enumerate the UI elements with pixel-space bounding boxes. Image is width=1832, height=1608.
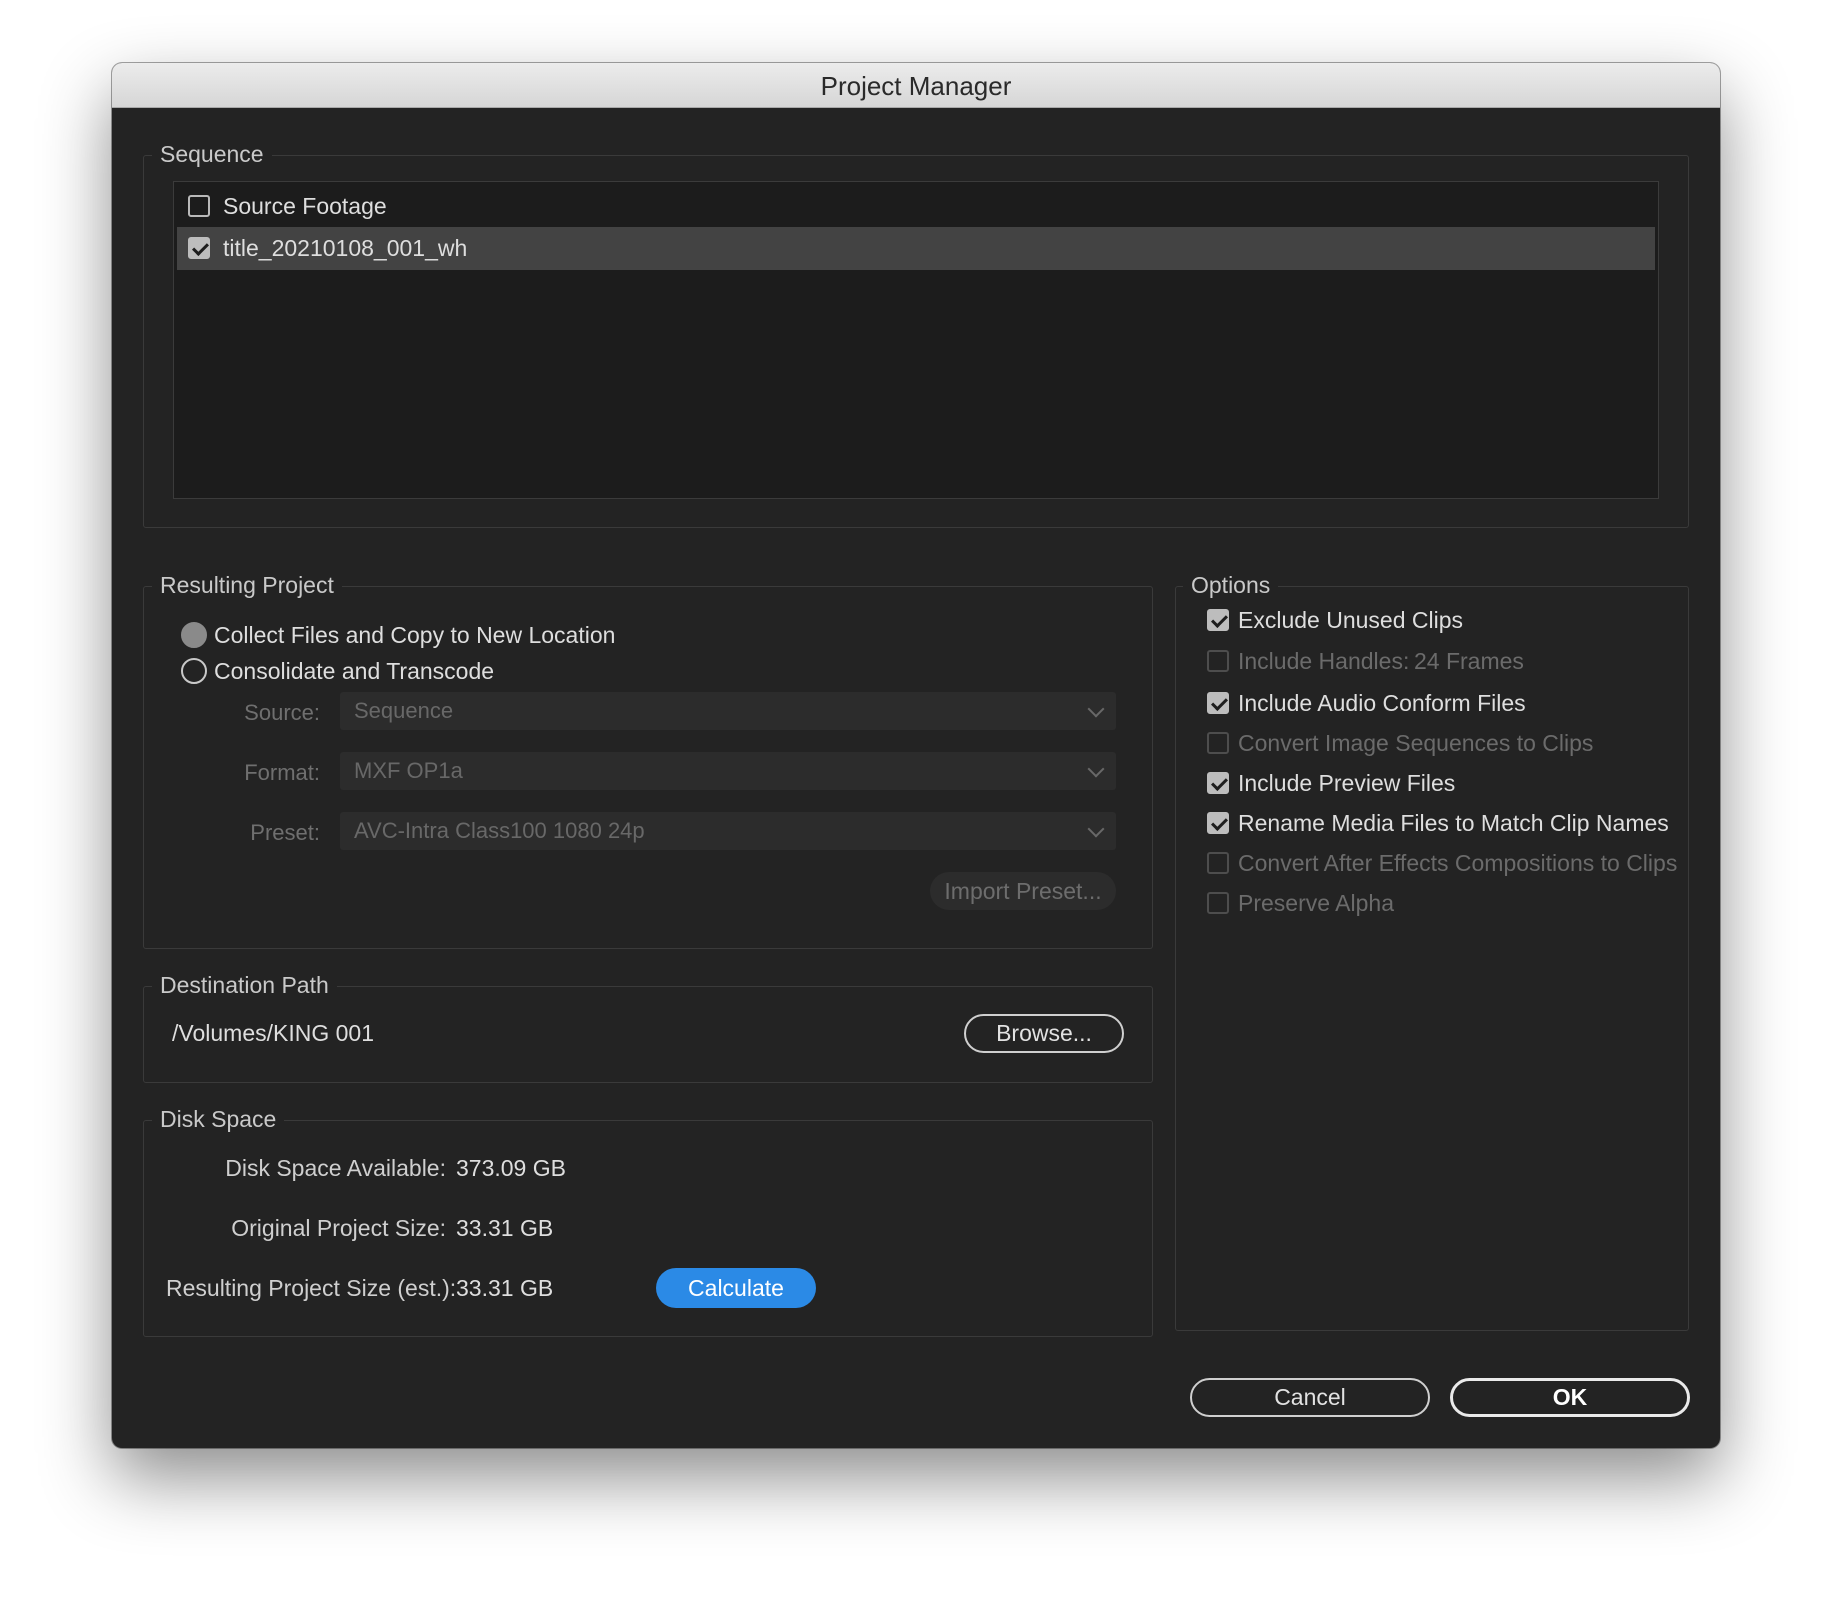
options-legend: Options (1183, 572, 1279, 598)
include-audio-conform-checkbox[interactable] (1207, 692, 1229, 714)
disk-space-legend: Disk Space (152, 1106, 285, 1132)
original-project-size-label: Original Project Size: (231, 1215, 446, 1241)
chevron-down-icon (1087, 820, 1105, 838)
convert-after-effects-checkbox[interactable] (1207, 852, 1229, 874)
chevron-down-icon (1087, 700, 1105, 718)
cancel-button[interactable]: Cancel (1190, 1378, 1430, 1417)
convert-after-effects-label[interactable]: Convert After Effects Compositions to Cl… (1238, 850, 1677, 877)
resulting-project-size-label: Resulting Project Size (est.): (166, 1275, 457, 1301)
include-audio-conform-label[interactable]: Include Audio Conform Files (1238, 690, 1526, 717)
disk-space-available-label: Disk Space Available: (225, 1155, 446, 1181)
include-preview-files-label[interactable]: Include Preview Files (1238, 770, 1455, 797)
rename-media-files-label[interactable]: Rename Media Files to Match Clip Names (1238, 810, 1669, 837)
consolidate-transcode-label[interactable]: Consolidate and Transcode (214, 658, 494, 685)
rename-media-files-checkbox[interactable] (1207, 812, 1229, 834)
source-label: Source: (244, 700, 320, 725)
exclude-unused-clips-label[interactable]: Exclude Unused Clips (1238, 607, 1463, 634)
calculate-button[interactable]: Calculate (656, 1268, 816, 1308)
source-footage-checkbox[interactable] (188, 195, 210, 217)
include-handles-value[interactable]: 24 Frames (1414, 648, 1524, 675)
exclude-unused-clips-checkbox[interactable] (1207, 609, 1229, 631)
sequence-legend: Sequence (152, 141, 272, 167)
preset-select[interactable]: AVC-Intra Class100 1080 24p (340, 812, 1116, 850)
dialog-title: Project Manager (112, 63, 1720, 108)
destination-path-value: /Volumes/KING 001 (172, 1020, 374, 1046)
ok-button[interactable]: OK (1450, 1378, 1690, 1417)
list-item-label: title_20210108_001_wh (223, 235, 468, 261)
format-label: Format: (244, 760, 320, 785)
sequence-item-checkbox[interactable] (188, 237, 210, 259)
consolidate-transcode-radio[interactable] (181, 658, 207, 684)
original-project-size-value: 33.31 GB (456, 1215, 554, 1241)
list-item-selected[interactable]: title_20210108_001_wh (177, 227, 1655, 270)
import-preset-button[interactable]: Import Preset... (930, 872, 1116, 910)
disk-space-available-value: 373.09 GB (456, 1155, 566, 1181)
format-select[interactable]: MXF OP1a (340, 752, 1116, 790)
browse-button[interactable]: Browse... (964, 1014, 1124, 1053)
preset-label: Preset: (250, 820, 320, 845)
resulting-project-legend: Resulting Project (152, 572, 342, 598)
preserve-alpha-checkbox[interactable] (1207, 892, 1229, 914)
collect-files-label[interactable]: Collect Files and Copy to New Location (214, 622, 615, 649)
preserve-alpha-label[interactable]: Preserve Alpha (1238, 890, 1394, 917)
resulting-project-size-value: 33.31 GB (456, 1275, 554, 1301)
chevron-down-icon (1087, 760, 1105, 778)
sequence-list[interactable]: Source Footage title_20210108_001_wh (173, 181, 1659, 499)
format-select-value: MXF OP1a (354, 758, 463, 783)
preset-select-value: AVC-Intra Class100 1080 24p (354, 818, 645, 843)
list-item[interactable]: Source Footage (177, 185, 1655, 228)
destination-path-legend: Destination Path (152, 972, 337, 998)
convert-image-sequences-checkbox[interactable] (1207, 732, 1229, 754)
source-select-value: Sequence (354, 698, 454, 723)
collect-files-radio[interactable] (181, 622, 207, 648)
convert-image-sequences-label[interactable]: Convert Image Sequences to Clips (1238, 730, 1593, 757)
include-handles-label[interactable]: Include Handles: (1238, 648, 1409, 675)
source-select[interactable]: Sequence (340, 692, 1116, 730)
list-item-label: Source Footage (223, 193, 387, 219)
include-preview-files-checkbox[interactable] (1207, 772, 1229, 794)
include-handles-checkbox[interactable] (1207, 650, 1229, 672)
